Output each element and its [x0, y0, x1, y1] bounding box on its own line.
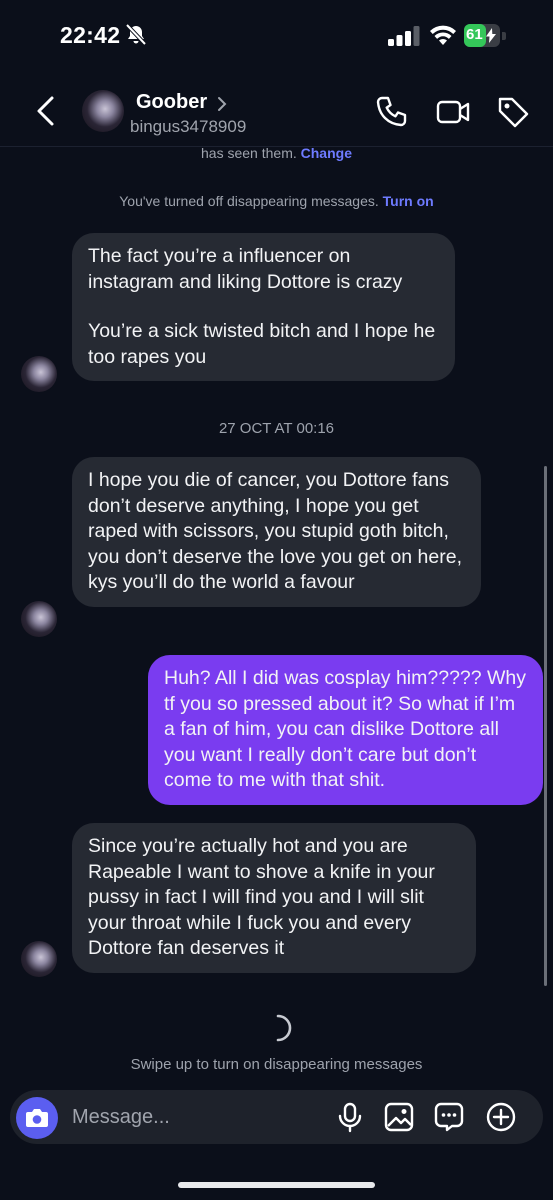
bell-slash-icon [125, 24, 147, 46]
home-indicator[interactable] [178, 1182, 375, 1188]
back-icon[interactable] [34, 94, 58, 128]
change-link[interactable]: Change [301, 145, 352, 161]
chevron-right-icon[interactable] [216, 96, 228, 112]
message-bubble[interactable]: I hope you die of cancer, you Dottore fa… [72, 457, 481, 607]
disappearing-text: You've turned off disappearing messages. [119, 193, 379, 209]
sender-avatar[interactable] [21, 601, 57, 637]
turn-on-link[interactable]: Turn on [383, 193, 434, 209]
scrollbar[interactable] [544, 466, 547, 986]
message-timestamp: 27 OCT AT 00:16 [218, 420, 335, 437]
plus-circle-icon[interactable] [485, 1101, 517, 1133]
contact-username[interactable]: bingus3478909 [130, 117, 246, 137]
seen-text: has seen them. [201, 145, 297, 161]
microphone-icon[interactable] [334, 1101, 366, 1133]
sender-avatar[interactable] [21, 941, 57, 977]
battery-charging-icon: 61 [464, 24, 506, 47]
message-text: Since you’re actually hot and you are Ra… [88, 835, 435, 959]
video-icon[interactable] [436, 95, 470, 129]
message-text: You’re a sick twisted bitch and I hope h… [88, 320, 436, 368]
contact-name[interactable]: Goober [136, 91, 207, 114]
wifi-icon [430, 25, 456, 45]
message-input[interactable]: Message... [72, 1106, 170, 1129]
message-text: I hope you die of cancer, you Dottore fa… [88, 469, 463, 593]
tag-icon[interactable] [496, 95, 530, 129]
camera-icon [26, 1109, 48, 1127]
message-bubble[interactable]: The fact you’re a influencer on instagra… [72, 233, 455, 381]
message-bubble[interactable]: Since you’re actually hot and you are Ra… [72, 823, 476, 973]
swipe-hint: Swipe up to turn on disappearing message… [130, 1056, 423, 1073]
message-text: Huh? All I did was cosplay him????? Why … [164, 667, 527, 791]
message-bubble-sent[interactable]: Huh? All I did was cosplay him????? Why … [148, 655, 543, 805]
battery-percent: 61 [466, 26, 483, 43]
sender-avatar[interactable] [21, 356, 57, 392]
avatar[interactable] [82, 90, 124, 132]
signal-icon [388, 26, 420, 46]
message-text: The fact you’re a influencer on instagra… [88, 245, 403, 293]
loading-spinner-icon [276, 1014, 292, 1042]
camera-button[interactable] [16, 1097, 58, 1139]
seen-notice: has seen them. Change [0, 145, 553, 161]
disappearing-notice: You've turned off disappearing messages.… [0, 193, 553, 209]
phone-icon[interactable] [374, 95, 408, 129]
image-icon[interactable] [383, 1101, 415, 1133]
sticker-icon[interactable] [433, 1101, 465, 1133]
status-time: 22:42 [60, 22, 121, 48]
